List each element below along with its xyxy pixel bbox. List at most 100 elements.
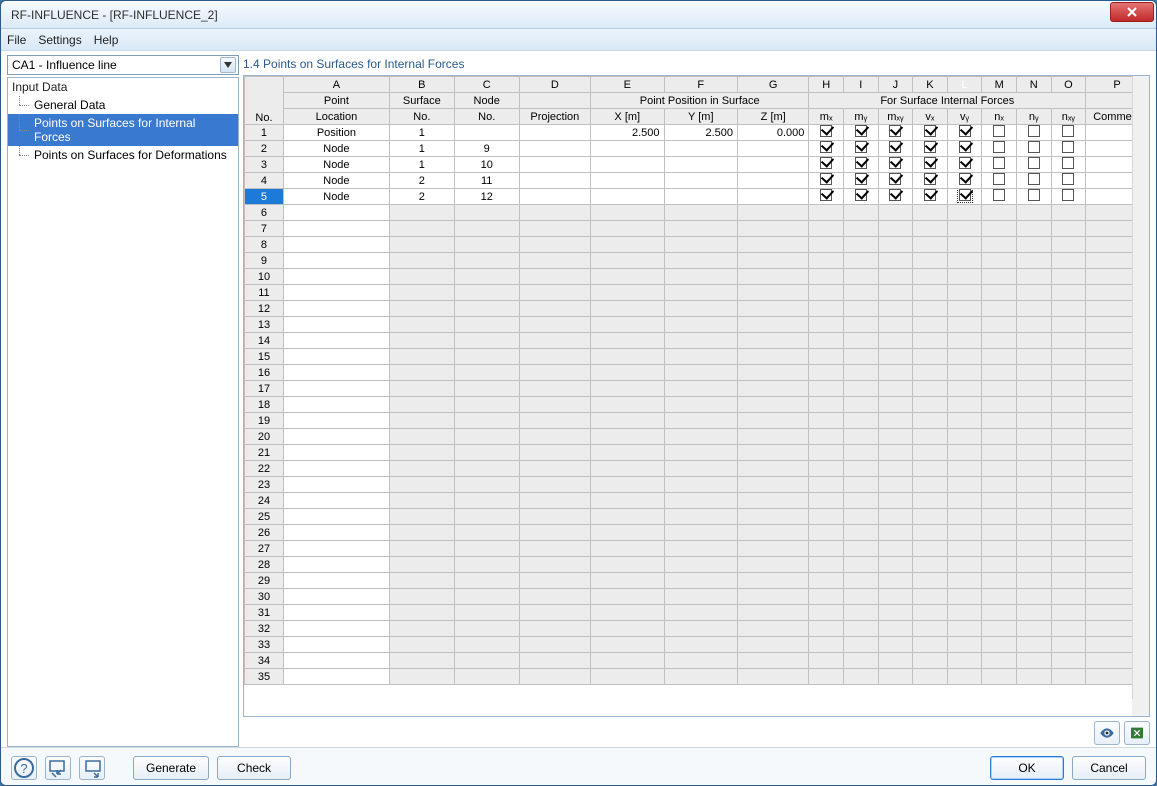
cell[interactable] xyxy=(1016,445,1051,461)
cell[interactable] xyxy=(843,525,878,541)
cell[interactable] xyxy=(982,653,1017,669)
cell[interactable] xyxy=(982,221,1017,237)
cell[interactable] xyxy=(1051,573,1086,589)
cell[interactable] xyxy=(878,205,913,221)
cell[interactable] xyxy=(454,285,519,301)
row-number[interactable]: 7 xyxy=(245,221,284,237)
cell[interactable] xyxy=(454,509,519,525)
cell[interactable] xyxy=(1016,669,1051,685)
cell[interactable] xyxy=(878,253,913,269)
cell[interactable] xyxy=(982,381,1017,397)
cell[interactable] xyxy=(913,461,948,477)
cell[interactable] xyxy=(738,541,809,557)
checkbox[interactable] xyxy=(993,189,1005,201)
cell[interactable] xyxy=(454,429,519,445)
cell[interactable] xyxy=(843,445,878,461)
cell[interactable] xyxy=(1051,205,1086,221)
cell[interactable] xyxy=(519,157,590,173)
cell[interactable] xyxy=(947,669,982,685)
cell[interactable] xyxy=(913,429,948,445)
cell[interactable] xyxy=(389,637,454,653)
cell[interactable] xyxy=(738,557,809,573)
cell[interactable] xyxy=(1051,637,1086,653)
cell[interactable]: 11 xyxy=(454,173,519,189)
cell[interactable] xyxy=(591,301,665,317)
cell[interactable] xyxy=(519,477,590,493)
cell[interactable] xyxy=(1051,525,1086,541)
checkbox[interactable] xyxy=(820,141,832,153)
cell[interactable] xyxy=(519,557,590,573)
row-number[interactable]: 19 xyxy=(245,413,284,429)
row-number[interactable]: 14 xyxy=(245,333,284,349)
cell[interactable] xyxy=(664,397,738,413)
cell[interactable] xyxy=(591,541,665,557)
cell[interactable] xyxy=(982,669,1017,685)
cell[interactable] xyxy=(843,333,878,349)
cell[interactable] xyxy=(664,413,738,429)
cell[interactable] xyxy=(913,509,948,525)
cell[interactable] xyxy=(947,429,982,445)
cell[interactable] xyxy=(591,141,665,157)
cell[interactable] xyxy=(389,269,454,285)
cell[interactable] xyxy=(454,493,519,509)
cell[interactable] xyxy=(878,653,913,669)
cell[interactable] xyxy=(738,317,809,333)
case-select[interactable]: CA1 - Influence line xyxy=(7,55,239,75)
cell[interactable] xyxy=(1016,589,1051,605)
cell[interactable] xyxy=(878,669,913,685)
cell[interactable] xyxy=(738,653,809,669)
cell[interactable] xyxy=(982,365,1017,381)
cell[interactable] xyxy=(738,269,809,285)
cell[interactable] xyxy=(982,173,1017,189)
checkbox[interactable] xyxy=(855,157,867,169)
cell[interactable] xyxy=(519,301,590,317)
cell[interactable] xyxy=(519,333,590,349)
cell[interactable] xyxy=(389,573,454,589)
cell[interactable] xyxy=(843,125,878,141)
cell[interactable] xyxy=(591,461,665,477)
view-button[interactable] xyxy=(1094,721,1120,745)
cell[interactable] xyxy=(1016,397,1051,413)
row-number[interactable]: 21 xyxy=(245,445,284,461)
cell[interactable] xyxy=(947,573,982,589)
cell[interactable] xyxy=(982,333,1017,349)
cell[interactable] xyxy=(454,397,519,413)
checkbox[interactable] xyxy=(1062,157,1074,169)
cell[interactable] xyxy=(591,397,665,413)
cell[interactable] xyxy=(878,589,913,605)
cell[interactable] xyxy=(738,349,809,365)
cell[interactable] xyxy=(843,413,878,429)
cell[interactable] xyxy=(913,189,948,205)
row-number[interactable]: 31 xyxy=(245,605,284,621)
cell[interactable] xyxy=(947,269,982,285)
cell[interactable] xyxy=(843,573,878,589)
cell[interactable] xyxy=(1051,605,1086,621)
checkbox[interactable] xyxy=(924,157,936,169)
cell[interactable] xyxy=(454,557,519,573)
cell[interactable] xyxy=(843,589,878,605)
cell[interactable] xyxy=(913,157,948,173)
cell[interactable] xyxy=(664,669,738,685)
cell[interactable] xyxy=(454,269,519,285)
cell[interactable] xyxy=(947,141,982,157)
checkbox[interactable] xyxy=(924,125,936,137)
cell[interactable] xyxy=(283,333,389,349)
cell[interactable] xyxy=(878,637,913,653)
cell[interactable] xyxy=(947,493,982,509)
row-number[interactable]: 24 xyxy=(245,493,284,509)
cell[interactable] xyxy=(1051,173,1086,189)
cell[interactable] xyxy=(982,541,1017,557)
cell[interactable] xyxy=(519,429,590,445)
cell[interactable] xyxy=(1051,365,1086,381)
cell[interactable] xyxy=(878,189,913,205)
cell[interactable] xyxy=(738,365,809,381)
cell[interactable] xyxy=(947,557,982,573)
cell[interactable] xyxy=(389,349,454,365)
cell[interactable] xyxy=(738,429,809,445)
cell[interactable] xyxy=(738,141,809,157)
cell[interactable] xyxy=(1051,621,1086,637)
cell[interactable] xyxy=(389,381,454,397)
cell[interactable] xyxy=(1051,413,1086,429)
row-number[interactable]: 16 xyxy=(245,365,284,381)
cell[interactable] xyxy=(1016,573,1051,589)
